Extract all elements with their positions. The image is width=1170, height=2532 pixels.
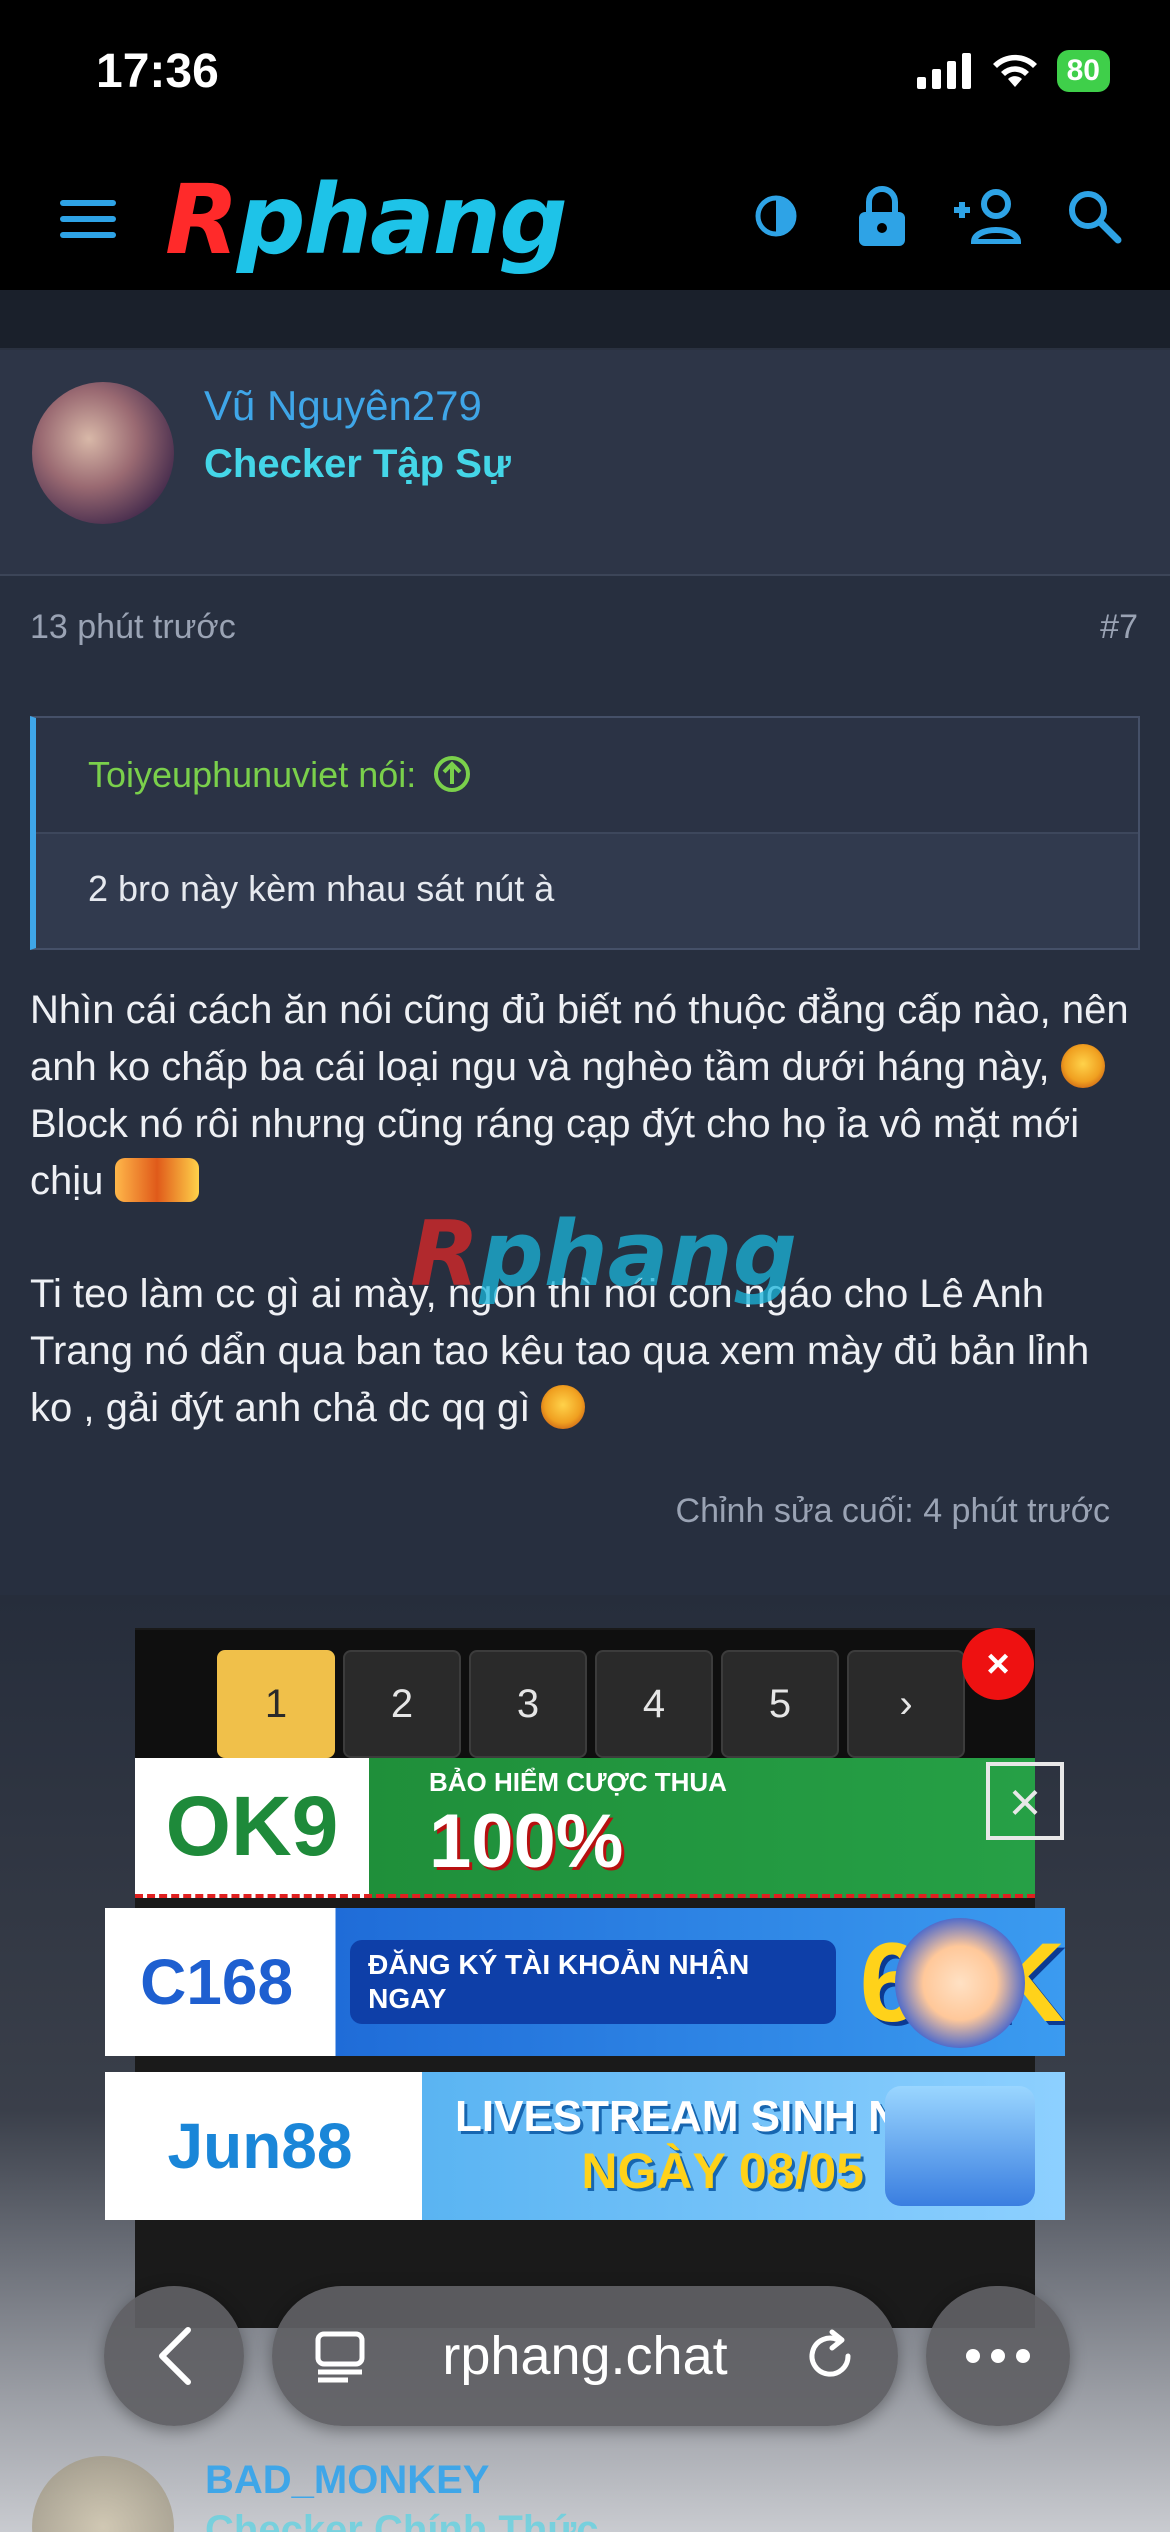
chevron-left-icon: [159, 2327, 191, 2385]
ok9-text: BẢO HIỂM CƯỢC THUA 100%: [429, 1767, 727, 1884]
signal-icon: [916, 53, 971, 89]
c168-promo-label: ĐĂNG KÝ TÀI KHOẢN NHẬN NGAY: [350, 1940, 836, 2024]
page-1-button[interactable]: 1: [217, 1650, 335, 1758]
page-2-button[interactable]: 2: [343, 1650, 461, 1758]
c168-banner[interactable]: C168 ĐĂNG KÝ TÀI KHOẢN NHẬN NGAY 68K: [105, 1908, 1065, 2056]
status-bar: 17:36 80: [0, 0, 1170, 150]
next-page-button[interactable]: ›: [847, 1650, 965, 1758]
post-username[interactable]: Vũ Nguyên279: [204, 382, 482, 430]
post-paragraph-1: Nhìn cái cách ăn nói cũng đủ biết nó thu…: [30, 988, 1129, 1203]
ok9-logo: OK9: [165, 1778, 339, 1873]
page-menu-icon[interactable]: [312, 2328, 368, 2384]
last-edited[interactable]: Chỉnh sửa cuối: 4 phút trước: [676, 1492, 1110, 1531]
quote-header[interactable]: Toiyeuphunuviet nói:: [36, 718, 1138, 834]
jun88-logo: Jun88: [167, 2110, 353, 2182]
header-band: [0, 290, 1170, 350]
angry-emoji-icon: [1060, 1044, 1105, 1088]
page-5-button[interactable]: 5: [721, 1650, 839, 1758]
site-logo[interactable]: Rphang: [165, 164, 568, 276]
avatar[interactable]: [32, 382, 174, 524]
post-user-header: Vũ Nguyên279 Checker Tập Sự: [0, 350, 1170, 576]
quote-author[interactable]: Toiyeuphunuviet nói:: [88, 754, 416, 796]
address-bar[interactable]: rphang.chat: [272, 2286, 898, 2426]
add-user-icon[interactable]: [952, 180, 1024, 252]
quote-block: Toiyeuphunuviet nói: 2 bro này kèm nhau …: [30, 716, 1140, 950]
logo-r: R: [165, 164, 239, 276]
status-icons: 80: [916, 50, 1110, 92]
user-title: Checker Tập Sự: [204, 442, 511, 486]
more-icon: [966, 2349, 1030, 2363]
page-3-button[interactable]: 3: [469, 1650, 587, 1758]
lock-icon[interactable]: [846, 180, 918, 252]
header-actions: [740, 180, 1130, 252]
post-number[interactable]: #7: [1100, 608, 1138, 647]
more-button[interactable]: [926, 2286, 1070, 2426]
reload-icon[interactable]: [802, 2328, 858, 2384]
arrow-up-circle-icon[interactable]: [432, 754, 472, 794]
post-time[interactable]: 13 phút trước: [30, 608, 236, 647]
quote-text: 2 bro này kèm nhau sát nút à: [88, 868, 555, 909]
watermark-logo: Rphang: [410, 1202, 798, 1307]
back-button[interactable]: [104, 2286, 244, 2426]
sticker-emoji-icon: [114, 1158, 199, 1202]
close-banner-icon[interactable]: ×: [986, 1762, 1064, 1840]
post-card: Vũ Nguyên279 Checker Tập Sự 13 phút trướ…: [0, 350, 1170, 1595]
next-post-user-title: Checker Chính Thức: [205, 2508, 599, 2532]
menu-icon[interactable]: [58, 194, 118, 244]
close-ad-icon[interactable]: ×: [962, 1628, 1034, 1700]
battery-indicator: 80: [1056, 50, 1110, 92]
ok9-banner[interactable]: OK9 BẢO HIỂM CƯỢC THUA 100%: [135, 1758, 1035, 1898]
cake-image: [885, 2086, 1035, 2206]
next-post-username[interactable]: BAD_MONKEY: [205, 2458, 489, 2503]
status-time: 17:36: [96, 45, 219, 98]
angry-emoji-icon: [541, 1385, 586, 1429]
theme-toggle-icon[interactable]: [740, 180, 812, 252]
site-header: Rphang: [0, 150, 1170, 290]
page-4-button[interactable]: 4: [595, 1650, 713, 1758]
pager: 1 2 3 4 5 ›: [135, 1630, 1035, 1760]
mascot-image: [895, 1918, 1025, 2048]
logo-rest: phang: [236, 164, 568, 276]
search-icon[interactable]: [1058, 180, 1130, 252]
jun88-banner[interactable]: Jun88 LIVESTREAM SINH NHẬT NGÀY 08/05: [105, 2072, 1065, 2220]
wifi-icon: [992, 54, 1037, 87]
url-text: rphang.chat: [442, 2326, 728, 2386]
c168-logo: C168: [140, 1946, 294, 2018]
